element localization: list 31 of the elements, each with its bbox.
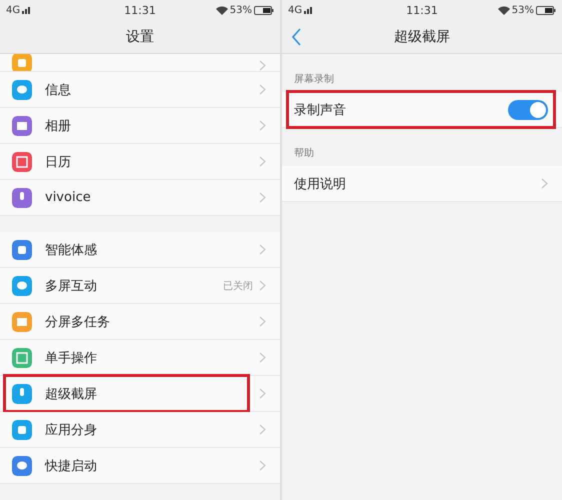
battery-icon: [536, 6, 556, 14]
wifi-icon: [216, 6, 228, 14]
battery-icon: [254, 6, 274, 14]
status-time: 11:31: [124, 4, 156, 16]
toggle-switch[interactable]: [508, 100, 548, 120]
signal-icon: [22, 6, 32, 14]
settings-item[interactable]: 超级截屏: [0, 376, 280, 412]
network-label: 4G: [288, 4, 302, 16]
network-label: 4G: [6, 4, 20, 16]
status-time: 11:31: [406, 4, 438, 16]
battery-label: 53%: [230, 4, 252, 16]
chevron-icon: [259, 120, 266, 131]
battery-label: 53%: [512, 4, 534, 16]
chevron-icon: [259, 352, 266, 363]
settings-item[interactable]: 应用分身: [0, 412, 280, 448]
setting-label: 录制声音: [294, 102, 347, 118]
wifi-icon: [498, 6, 510, 14]
chevron-icon: [259, 244, 266, 255]
screen-title: 超级截屏: [394, 28, 450, 46]
chevron-icon: [259, 424, 266, 435]
chevron-icon: [259, 60, 266, 71]
chevron-icon: [259, 84, 266, 95]
chevron-icon: [259, 156, 266, 167]
chevron-icon: [259, 460, 266, 471]
chevron-icon: [259, 280, 266, 291]
chevron-icon: [541, 178, 548, 189]
chevron-icon: [259, 388, 266, 399]
screen-title: 设置: [126, 28, 154, 46]
signal-icon: [304, 6, 314, 14]
chevron-icon: [259, 192, 266, 203]
chevron-icon: [259, 316, 266, 327]
